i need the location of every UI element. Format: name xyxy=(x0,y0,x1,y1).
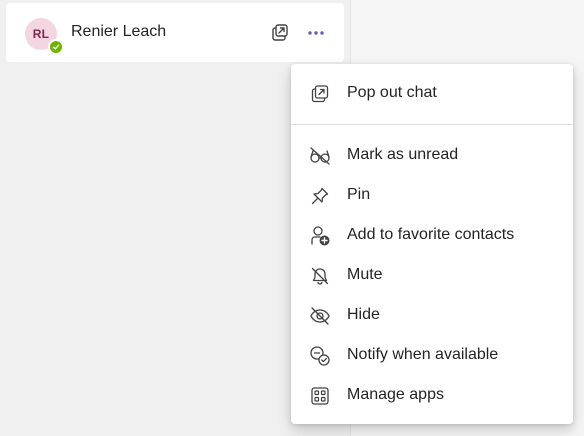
menu-item-label: Mute xyxy=(347,266,383,283)
menu-item-label: Notify when available xyxy=(347,346,499,363)
menu-item-manage-apps[interactable]: Manage apps xyxy=(291,377,573,413)
menu-item-mute[interactable]: Mute xyxy=(291,257,573,293)
eye-off-icon xyxy=(309,305,331,327)
menu-item-label: Mark as unread xyxy=(347,146,459,163)
menu-item-hide[interactable]: Hide xyxy=(291,297,573,333)
menu-item-label: Add to favorite contacts xyxy=(347,226,515,243)
menu-item-pin[interactable]: Pin xyxy=(291,177,573,213)
pin-icon xyxy=(309,185,331,207)
menu-divider xyxy=(291,124,573,125)
chat-name: Renier Leach xyxy=(71,23,167,40)
more-horizontal-icon xyxy=(308,31,324,35)
pop-out-icon xyxy=(309,83,331,105)
menu-item-label: Pop out chat xyxy=(347,84,437,101)
menu-item-label: Pin xyxy=(347,186,371,203)
more-options-button[interactable] xyxy=(305,22,327,44)
context-menu: Pop out chat Mark as unread Pin Add to f… xyxy=(291,64,573,424)
pop-out-icon xyxy=(272,24,288,41)
presence-available-icon xyxy=(48,39,64,55)
menu-item-notify-when-available[interactable]: Notify when available xyxy=(291,337,573,373)
menu-item-mark-as-unread[interactable]: Mark as unread xyxy=(291,137,573,173)
menu-item-add-to-favorites[interactable]: Add to favorite contacts xyxy=(291,217,573,253)
menu-item-pop-out-chat[interactable]: Pop out chat xyxy=(291,75,573,111)
person-add-icon xyxy=(309,225,331,247)
pop-out-button[interactable] xyxy=(269,22,291,44)
glasses-off-icon xyxy=(309,145,331,167)
apps-grid-icon xyxy=(309,385,331,407)
menu-item-label: Hide xyxy=(347,306,380,323)
menu-item-label: Manage apps xyxy=(347,386,444,403)
chat-list-item[interactable]: RL Renier Leach xyxy=(6,3,344,62)
presence-notify-icon xyxy=(309,345,331,367)
bell-off-icon xyxy=(309,265,331,287)
